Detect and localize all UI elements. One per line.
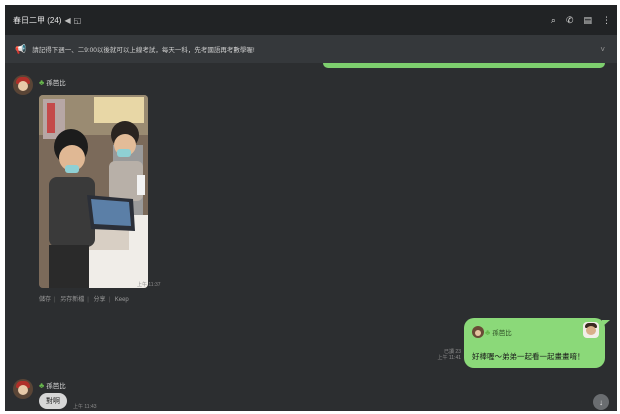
panel-icon[interactable]: ▤ <box>583 15 592 26</box>
keep-link[interactable]: Keep <box>115 297 129 303</box>
chat-window: 春日二甲 (24) ◀︎ ◱ ⌕ ✆ ▤ ⋮ 📢 請記得下週一、二9:00以後就… <box>5 5 617 411</box>
photo-image <box>39 95 148 288</box>
scroll-down-button[interactable]: ↓ <box>593 394 609 410</box>
read-receipt: 已讀 23 上午 11:41 <box>423 349 461 361</box>
megaphone-icon: 📢 <box>15 43 27 54</box>
announcement-text: 請記得下週一、二9:00以後就可以上線考試，每天一科，先考國語再考數學喔! <box>32 47 255 54</box>
clover-icon: ♣ <box>39 380 45 390</box>
avatar[interactable] <box>13 379 33 399</box>
sender-name[interactable]: ♣ 孫芭比 <box>39 77 66 88</box>
note-icon: ◱ <box>73 15 82 25</box>
chat-title[interactable]: 春日二甲 (24) ◀︎ ◱ <box>13 15 81 26</box>
announcement-bar[interactable]: 📢 請記得下週一、二9:00以後就可以上線考試，每天一科，先考國語再考數學喔! … <box>5 35 617 63</box>
previous-message-bubble <box>323 63 605 68</box>
phone-icon[interactable]: ✆ <box>566 15 574 26</box>
speaker-muted-icon: ◀︎ <box>64 15 71 25</box>
save-as-link[interactable]: 另存新檔 <box>60 297 84 303</box>
my-message-bubble[interactable]: ♣ 孫芭比 好棒喔～弟弟一起看一起畫畫唷！ <box>464 318 610 368</box>
message-text: 對啊 <box>46 398 60 405</box>
reply-sender: ♣ 孫芭比 <box>485 327 512 338</box>
avatar[interactable] <box>13 75 33 95</box>
message-time: 上午 11:37 <box>137 282 161 288</box>
clover-icon: ♣ <box>485 327 491 337</box>
header-actions: ⌕ ✆ ▤ ⋮ <box>551 15 611 26</box>
search-icon[interactable]: ⌕ <box>551 15 556 26</box>
save-link[interactable]: 儲存 <box>39 297 51 303</box>
sender-name[interactable]: ♣ 孫芭比 <box>39 380 66 391</box>
message-text: 好棒喔～弟弟一起看一起畫畫唷！ <box>472 352 585 361</box>
message-time: 上午 11:43 <box>73 404 97 410</box>
arrow-down-icon: ↓ <box>599 397 603 407</box>
chat-header: 春日二甲 (24) ◀︎ ◱ ⌕ ✆ ▤ ⋮ <box>5 5 617 35</box>
chat-title-text: 春日二甲 (24) <box>13 15 62 25</box>
chevron-down-icon[interactable]: ˅ <box>600 45 605 54</box>
shared-photo[interactable] <box>39 95 148 288</box>
message-bubble[interactable]: 對啊 <box>39 393 67 409</box>
more-icon[interactable]: ⋮ <box>602 15 611 26</box>
photo-actions: 儲存 | 另存新檔 | 分享 | Keep <box>39 297 129 303</box>
reply-thumbnail <box>583 322 599 338</box>
message-time: 上午 11:41 <box>437 355 461 361</box>
reply-avatar <box>472 326 484 338</box>
clover-icon: ♣ <box>39 77 45 87</box>
share-link[interactable]: 分享 <box>94 297 106 303</box>
